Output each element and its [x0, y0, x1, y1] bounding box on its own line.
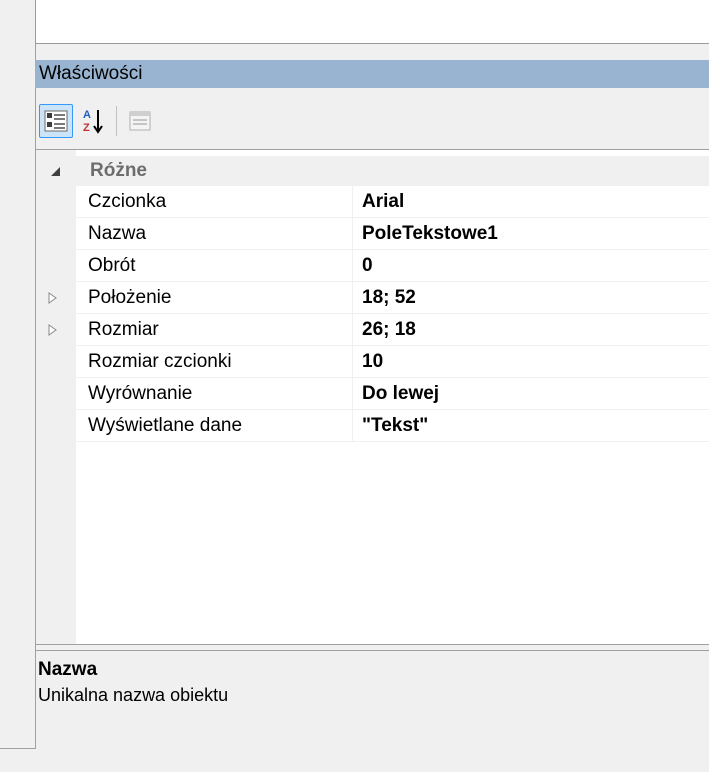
property-name: Nazwa	[88, 223, 147, 244]
expand-arrow-icon[interactable]	[48, 292, 58, 304]
collapse-arrow-icon[interactable]	[48, 164, 62, 178]
property-value[interactable]: 18; 52	[362, 282, 416, 313]
sort-alphabetical-icon: A Z	[83, 109, 103, 134]
description-pane: Nazwa Unikalna nazwa obiektu	[35, 650, 709, 732]
properties-title: Właściwości	[39, 63, 143, 84]
column-divider	[352, 314, 353, 345]
expand-arrow-icon[interactable]	[48, 324, 58, 336]
column-divider	[352, 346, 353, 377]
property-name: Rozmiar	[88, 319, 159, 340]
property-value[interactable]: 26; 18	[362, 314, 416, 345]
property-row-rozmiar-czcionki[interactable]: Rozmiar czcionki 10	[76, 346, 709, 378]
property-value[interactable]: "Tekst"	[362, 410, 428, 441]
upper-panel	[35, 0, 709, 44]
bottom-divider	[0, 748, 35, 749]
property-value[interactable]: PoleTekstowe1	[362, 218, 498, 249]
column-divider	[352, 218, 353, 249]
property-row-nazwa[interactable]: Nazwa PoleTekstowe1	[76, 218, 709, 250]
property-name: Położenie	[88, 287, 172, 308]
property-value[interactable]: Do lewej	[362, 378, 439, 409]
column-divider	[352, 378, 353, 409]
column-divider	[352, 186, 353, 217]
toolbar-separator	[116, 106, 117, 136]
category-label: Różne	[90, 160, 147, 181]
properties-toolbar: A Z	[35, 98, 709, 142]
description-title: Nazwa	[38, 659, 98, 680]
categorized-button[interactable]	[39, 104, 73, 138]
svg-text:Z: Z	[83, 122, 90, 134]
property-row-obrot[interactable]: Obrót 0	[76, 250, 709, 282]
property-row-czcionka[interactable]: Czcionka Arial	[76, 186, 709, 218]
property-name: Czcionka	[88, 191, 167, 212]
alphabetical-button[interactable]: A Z	[76, 104, 110, 138]
property-name: Obrót	[88, 255, 136, 276]
property-name: Wyświetlane dane	[88, 415, 243, 436]
description-text: Unikalna nazwa obiektu	[38, 685, 229, 705]
column-divider	[352, 250, 353, 281]
property-row-wyrownanie[interactable]: Wyrównanie Do lewej	[76, 378, 709, 410]
grid-gutter	[36, 150, 76, 644]
property-grid: Różne Czcionka Arial Nazwa PoleTekstowe1…	[35, 149, 709, 645]
property-name: Rozmiar czcionki	[88, 351, 232, 372]
property-name: Wyrównanie	[88, 383, 193, 404]
categorized-icon	[44, 110, 68, 132]
column-divider	[352, 282, 353, 313]
svg-text:A: A	[83, 109, 91, 121]
property-pages-icon	[129, 111, 151, 131]
column-divider	[352, 410, 353, 441]
property-value[interactable]: 0	[362, 250, 373, 281]
properties-header: Właściwości	[35, 60, 709, 88]
property-pages-button[interactable]	[123, 104, 157, 138]
property-value[interactable]: Arial	[362, 186, 404, 217]
property-row-polozenie[interactable]: Położenie 18; 52	[48, 282, 709, 314]
property-row-wyswietlane-dane[interactable]: Wyświetlane dane "Tekst"	[76, 410, 709, 442]
property-row-rozmiar[interactable]: Rozmiar 26; 18	[48, 314, 709, 346]
property-value[interactable]: 10	[362, 346, 383, 377]
category-row[interactable]: Różne	[36, 156, 709, 186]
